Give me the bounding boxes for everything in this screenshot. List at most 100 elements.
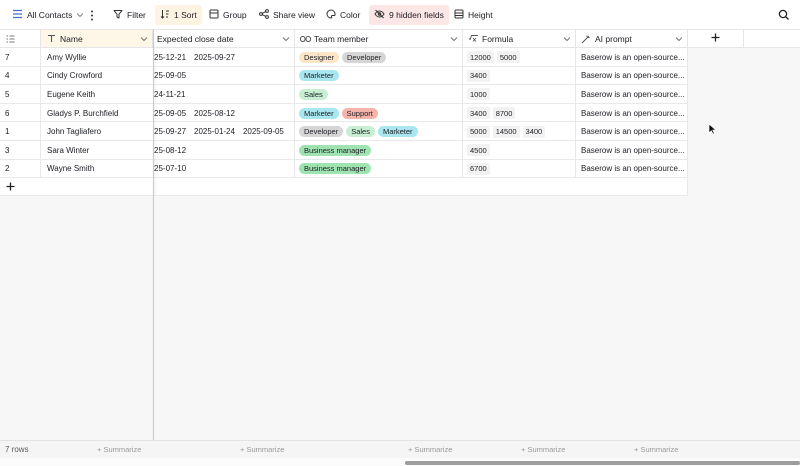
add-row-area[interactable] xyxy=(154,179,688,196)
table-row[interactable]: 25-12-21 2025-09-27 Designer Developer 12000… xyxy=(154,48,688,67)
formula-cell[interactable]: 6700 xyxy=(463,159,576,179)
row-id-cell[interactable]: 7 xyxy=(0,48,41,67)
column-header-expected-close-date[interactable]: Expected close date xyxy=(154,30,295,48)
summarize-ai-prompt[interactable]: + Summarize xyxy=(634,445,678,454)
team-member-cell[interactable]: Marketer xyxy=(295,66,463,86)
expected-close-date-cell[interactable]: 25-07-10 xyxy=(154,159,295,179)
name-cell[interactable]: Amy Wyllie xyxy=(41,48,153,67)
table-row[interactable]: 25-09-05 Marketer 3400 Baserow is an open-s… xyxy=(154,66,688,86)
date-value: 24-11-21 xyxy=(154,89,186,99)
column-header-label: Team member xyxy=(314,33,369,44)
chevron-down-icon[interactable] xyxy=(561,36,573,42)
formula-value: 4500 xyxy=(467,144,490,157)
empty-grid-area xyxy=(154,196,688,440)
team-member-tag: Business manager xyxy=(299,144,372,156)
ai-prompt-cell[interactable]: Baserow is an open-source... xyxy=(576,48,688,67)
table-row[interactable]: 3 Sara Winter xyxy=(0,141,153,160)
row-select-header[interactable] xyxy=(0,30,41,48)
table-row[interactable]: 1 John Tagliafero xyxy=(0,122,153,141)
ai-prompt-cell[interactable]: Baserow is an open-source... xyxy=(576,103,688,123)
row-id-cell[interactable]: 4 xyxy=(0,66,41,86)
plus-icon xyxy=(711,33,720,44)
column-header-ai-prompt[interactable]: AI prompt xyxy=(576,30,688,48)
date-value: 25-08-12 xyxy=(154,145,187,155)
name-cell[interactable]: Wayne Smith xyxy=(41,160,153,179)
summarize-expected-close-date[interactable]: + Summarize xyxy=(240,445,284,454)
table-row[interactable]: 2 Wayne Smith xyxy=(0,159,153,179)
formula-cell[interactable]: 12000 5000 xyxy=(463,48,576,67)
name-cell[interactable]: Gladys P. Burchfield xyxy=(41,104,153,123)
chevron-down-icon[interactable] xyxy=(673,36,685,42)
team-member-cell[interactable]: Marketer Support xyxy=(295,103,463,123)
view-selector[interactable]: All Contacts xyxy=(7,5,89,25)
scrollbar-thumb[interactable] xyxy=(405,461,800,465)
table-row[interactable]: 6 Gladys P. Burchfield xyxy=(0,103,153,123)
table-row[interactable]: 25-09-27 2025-01-24 2025-09-05 Developer Sal… xyxy=(154,122,688,141)
formula-cell[interactable]: 4500 xyxy=(463,141,576,160)
expected-close-date-cell[interactable]: 25-08-12 xyxy=(154,141,295,160)
table-row[interactable]: 25-08-12 Business manager 4500 Baserow is a… xyxy=(154,141,688,160)
color-button[interactable]: Color xyxy=(321,5,365,25)
add-row-button[interactable] xyxy=(0,179,153,196)
ai-prompt-cell[interactable]: Baserow is an open-source... xyxy=(576,85,688,104)
team-member-cell[interactable]: Sales xyxy=(295,85,463,104)
column-header-team-member[interactable]: Team member xyxy=(295,30,463,48)
name-cell[interactable]: Eugene Keith xyxy=(41,85,153,104)
chevron-down-icon[interactable] xyxy=(138,36,150,42)
summarize-name[interactable]: + Summarize xyxy=(97,445,141,454)
chevron-down-icon[interactable] xyxy=(280,36,292,42)
formula-cell[interactable]: 3400 xyxy=(463,66,576,86)
column-header-name[interactable]: Name xyxy=(41,30,153,48)
expected-close-date-cell[interactable]: 25-09-05 2025-08-12 xyxy=(154,103,295,123)
row-height-button[interactable]: Height xyxy=(449,5,498,25)
name-cell[interactable]: John Tagliafero xyxy=(41,122,153,141)
filter-button[interactable]: Filter xyxy=(108,5,151,25)
table-row[interactable]: 25-07-10 Business manager 6700 Baserow is a… xyxy=(154,159,688,179)
team-member-cell[interactable]: Business manager xyxy=(295,159,463,179)
table-row[interactable]: 7 Amy Wyllie xyxy=(0,48,153,67)
group-icon xyxy=(209,9,219,21)
name-cell[interactable]: Sara Winter xyxy=(41,141,153,160)
summarize-label: Summarize xyxy=(414,445,453,454)
row-id-cell[interactable]: 2 xyxy=(0,159,41,179)
row-id: 5 xyxy=(5,89,10,99)
sort-button[interactable]: 1 Sort xyxy=(155,5,202,25)
more-options-icon[interactable] xyxy=(87,8,97,22)
add-field-button[interactable] xyxy=(688,30,744,48)
row-id-cell[interactable]: 6 xyxy=(0,103,41,123)
group-button[interactable]: Group xyxy=(204,5,252,25)
ai-prompt-cell[interactable]: Baserow is an open-source... xyxy=(576,122,688,141)
hidden-fields-button[interactable]: 9 hidden fields xyxy=(369,5,449,25)
row-id-cell[interactable]: 1 xyxy=(0,122,41,141)
team-member-cell[interactable]: Business manager xyxy=(295,141,463,160)
team-member-cell[interactable]: Developer Sales Marketer xyxy=(295,122,463,141)
ai-prompt-cell[interactable]: Baserow is an open-source... xyxy=(576,141,688,160)
formula-cell[interactable]: 5000 14500 3400 xyxy=(463,122,576,141)
ai-prompt-cell[interactable]: Baserow is an open-source... xyxy=(576,159,688,179)
expected-close-date-cell[interactable]: 24-11-21 xyxy=(154,85,295,104)
team-member-tag: Sales xyxy=(299,88,328,100)
name-cell[interactable]: Cindy Crowford xyxy=(41,67,153,86)
summarize-formula[interactable]: + Summarize xyxy=(521,445,565,454)
search-icon[interactable] xyxy=(778,9,790,21)
color-label: Color xyxy=(340,10,361,20)
column-header-formula[interactable]: Formula xyxy=(463,30,576,48)
share-view-button[interactable]: Share view xyxy=(254,5,320,25)
table-row[interactable]: 24-11-21 Sales 1000 Baserow is an open-sour… xyxy=(154,85,688,104)
chevron-down-icon[interactable] xyxy=(448,36,460,42)
row-id-cell[interactable]: 3 xyxy=(0,141,41,160)
ai-prompt-cell[interactable]: Baserow is an open-source... xyxy=(576,66,688,86)
expected-close-date-cell[interactable]: 25-09-05 xyxy=(154,66,295,86)
team-member-cell[interactable]: Designer Developer xyxy=(295,48,463,67)
table-row[interactable]: 4 Cindy Crowford xyxy=(0,66,153,86)
table-row[interactable]: 5 Eugene Keith xyxy=(0,85,153,104)
summarize-team-member[interactable]: + Summarize xyxy=(408,445,452,454)
expected-close-date-cell[interactable]: 25-09-27 2025-01-24 2025-09-05 xyxy=(154,122,295,141)
formula-cell[interactable]: 3400 8700 xyxy=(463,103,576,123)
expected-close-date-cell[interactable]: 25-12-21 2025-09-27 xyxy=(154,48,295,67)
row-id-cell[interactable]: 5 xyxy=(0,85,41,104)
formula-cell[interactable]: 1000 xyxy=(463,85,576,104)
magic-wand-icon xyxy=(579,34,593,44)
table-row[interactable]: 25-09-05 2025-08-12 Marketer Support 3400 870… xyxy=(154,103,688,123)
height-label: Height xyxy=(468,10,493,20)
